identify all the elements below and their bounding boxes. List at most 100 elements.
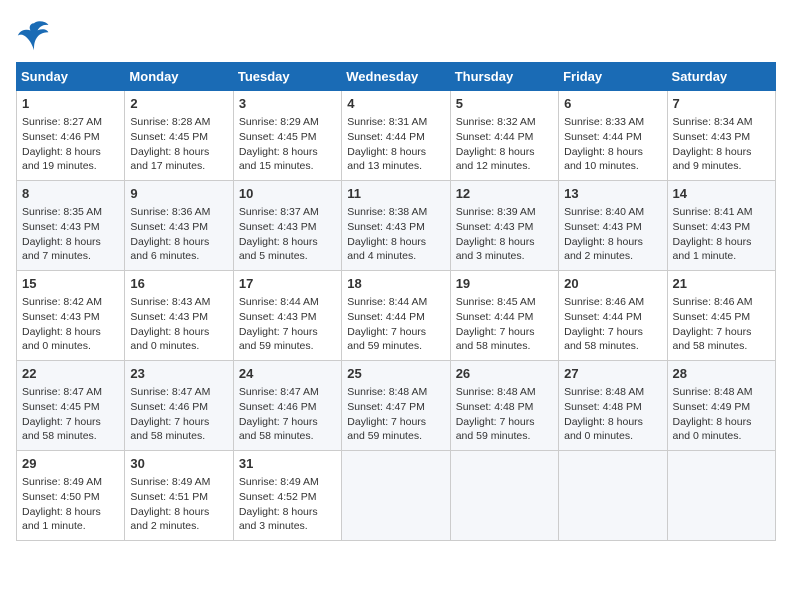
calendar-cell: 8Sunrise: 8:35 AMSunset: 4:43 PMDaylight…: [17, 181, 125, 271]
sunrise-text: Sunrise: 8:28 AM: [130, 115, 227, 130]
calendar-cell: 23Sunrise: 8:47 AMSunset: 4:46 PMDayligh…: [125, 361, 233, 451]
daylight-text: Daylight: 7 hours and 58 minutes.: [564, 325, 661, 354]
sunrise-text: Sunrise: 8:39 AM: [456, 205, 553, 220]
sunrise-text: Sunrise: 8:47 AM: [22, 385, 119, 400]
day-number: 11: [347, 185, 444, 203]
sunset-text: Sunset: 4:44 PM: [456, 310, 553, 325]
daylight-text: Daylight: 8 hours and 6 minutes.: [130, 235, 227, 264]
sunrise-text: Sunrise: 8:33 AM: [564, 115, 661, 130]
sunset-text: Sunset: 4:43 PM: [130, 220, 227, 235]
daylight-text: Daylight: 7 hours and 59 minutes.: [456, 415, 553, 444]
day-number: 6: [564, 95, 661, 113]
sunset-text: Sunset: 4:43 PM: [347, 220, 444, 235]
calendar-body: 1Sunrise: 8:27 AMSunset: 4:46 PMDaylight…: [17, 91, 776, 541]
sunset-text: Sunset: 4:49 PM: [673, 400, 770, 415]
daylight-text: Daylight: 8 hours and 0 minutes.: [673, 415, 770, 444]
sunset-text: Sunset: 4:45 PM: [239, 130, 336, 145]
daylight-text: Daylight: 8 hours and 10 minutes.: [564, 145, 661, 174]
sunrise-text: Sunrise: 8:49 AM: [130, 475, 227, 490]
calendar-week-row: 8Sunrise: 8:35 AMSunset: 4:43 PMDaylight…: [17, 181, 776, 271]
sunrise-text: Sunrise: 8:31 AM: [347, 115, 444, 130]
calendar-cell: 15Sunrise: 8:42 AMSunset: 4:43 PMDayligh…: [17, 271, 125, 361]
calendar-header-row: SundayMondayTuesdayWednesdayThursdayFrid…: [17, 63, 776, 91]
calendar-cell: 14Sunrise: 8:41 AMSunset: 4:43 PMDayligh…: [667, 181, 775, 271]
day-number: 12: [456, 185, 553, 203]
day-header: Wednesday: [342, 63, 450, 91]
sunrise-text: Sunrise: 8:49 AM: [22, 475, 119, 490]
sunrise-text: Sunrise: 8:41 AM: [673, 205, 770, 220]
day-number: 16: [130, 275, 227, 293]
sunrise-text: Sunrise: 8:29 AM: [239, 115, 336, 130]
calendar-cell: 21Sunrise: 8:46 AMSunset: 4:45 PMDayligh…: [667, 271, 775, 361]
sunset-text: Sunset: 4:46 PM: [22, 130, 119, 145]
sunrise-text: Sunrise: 8:48 AM: [456, 385, 553, 400]
day-number: 14: [673, 185, 770, 203]
sunset-text: Sunset: 4:43 PM: [456, 220, 553, 235]
calendar-cell: 31 Sunrise: 8:49 AMSunset: 4:52 PMDayligh…: [233, 451, 341, 541]
sunset-text: Sunset: 4:50 PM: [22, 490, 119, 505]
calendar-week-row: 15Sunrise: 8:42 AMSunset: 4:43 PMDayligh…: [17, 271, 776, 361]
sunset-text: Sunset: 4:44 PM: [564, 310, 661, 325]
sunset-text: Sunset: 4:43 PM: [130, 310, 227, 325]
sunrise-text: Sunrise: 8:49 AM: [239, 475, 336, 490]
calendar-cell: 12Sunrise: 8:39 AMSunset: 4:43 PMDayligh…: [450, 181, 558, 271]
sunrise-text: Sunrise: 8:46 AM: [564, 295, 661, 310]
sunrise-text: Sunrise: 8:47 AM: [239, 385, 336, 400]
logo: [16, 16, 56, 52]
calendar-cell: 19Sunrise: 8:45 AMSunset: 4:44 PMDayligh…: [450, 271, 558, 361]
sunset-text: Sunset: 4:52 PM: [239, 490, 336, 505]
calendar-cell: 16Sunrise: 8:43 AMSunset: 4:43 PMDayligh…: [125, 271, 233, 361]
daylight-text: Daylight: 8 hours and 0 minutes.: [564, 415, 661, 444]
day-number: 17: [239, 275, 336, 293]
sunset-text: Sunset: 4:43 PM: [239, 220, 336, 235]
sunrise-text: Sunrise: 8:40 AM: [564, 205, 661, 220]
daylight-text: Daylight: 7 hours and 59 minutes.: [239, 325, 336, 354]
sunset-text: Sunset: 4:44 PM: [456, 130, 553, 145]
day-number: 9: [130, 185, 227, 203]
day-header: Monday: [125, 63, 233, 91]
calendar-cell: 27Sunrise: 8:48 AMSunset: 4:48 PMDayligh…: [559, 361, 667, 451]
sunset-text: Sunset: 4:48 PM: [456, 400, 553, 415]
calendar-cell: 4Sunrise: 8:31 AMSunset: 4:44 PMDaylight…: [342, 91, 450, 181]
calendar-cell: 1 Sunrise: 8:27 AMSunset: 4:46 PMDaylight…: [17, 91, 125, 181]
daylight-text: Daylight: 8 hours and 15 minutes.: [239, 145, 336, 174]
sunset-text: Sunset: 4:46 PM: [239, 400, 336, 415]
daylight-text: Daylight: 8 hours and 17 minutes.: [130, 145, 227, 174]
day-number: 25: [347, 365, 444, 383]
sunrise-text: Sunrise: 8:44 AM: [239, 295, 336, 310]
calendar-cell: 6Sunrise: 8:33 AMSunset: 4:44 PMDaylight…: [559, 91, 667, 181]
sunrise-text: Sunrise: 8:47 AM: [130, 385, 227, 400]
day-number: 18: [347, 275, 444, 293]
daylight-text: Daylight: 8 hours and 0 minutes.: [22, 325, 119, 354]
sunrise-text: Sunrise: 8:43 AM: [130, 295, 227, 310]
daylight-text: Daylight: 7 hours and 58 minutes.: [673, 325, 770, 354]
calendar-cell: 10Sunrise: 8:37 AMSunset: 4:43 PMDayligh…: [233, 181, 341, 271]
calendar-table: SundayMondayTuesdayWednesdayThursdayFrid…: [16, 62, 776, 541]
calendar-cell: 3 Sunrise: 8:29 AMSunset: 4:45 PMDaylight…: [233, 91, 341, 181]
day-number: 19: [456, 275, 553, 293]
sunrise-text: Sunrise: 8:48 AM: [564, 385, 661, 400]
day-number: 1: [22, 95, 119, 113]
daylight-text: Daylight: 8 hours and 4 minutes.: [347, 235, 444, 264]
daylight-text: Daylight: 8 hours and 1 minute.: [673, 235, 770, 264]
sunset-text: Sunset: 4:43 PM: [564, 220, 661, 235]
daylight-text: Daylight: 7 hours and 58 minutes.: [22, 415, 119, 444]
day-number: 23: [130, 365, 227, 383]
sunrise-text: Sunrise: 8:35 AM: [22, 205, 119, 220]
day-header: Sunday: [17, 63, 125, 91]
day-number: 2: [130, 95, 227, 113]
day-number: 5: [456, 95, 553, 113]
sunrise-text: Sunrise: 8:27 AM: [22, 115, 119, 130]
calendar-cell: [342, 451, 450, 541]
day-number: 15: [22, 275, 119, 293]
day-number: 3: [239, 95, 336, 113]
day-number: 31: [239, 455, 336, 473]
day-number: 29: [22, 455, 119, 473]
sunrise-text: Sunrise: 8:44 AM: [347, 295, 444, 310]
sunset-text: Sunset: 4:51 PM: [130, 490, 227, 505]
sunrise-text: Sunrise: 8:36 AM: [130, 205, 227, 220]
calendar-cell: 28Sunrise: 8:48 AMSunset: 4:49 PMDayligh…: [667, 361, 775, 451]
daylight-text: Daylight: 8 hours and 19 minutes.: [22, 145, 119, 174]
day-number: 30: [130, 455, 227, 473]
daylight-text: Daylight: 8 hours and 3 minutes.: [239, 505, 336, 534]
